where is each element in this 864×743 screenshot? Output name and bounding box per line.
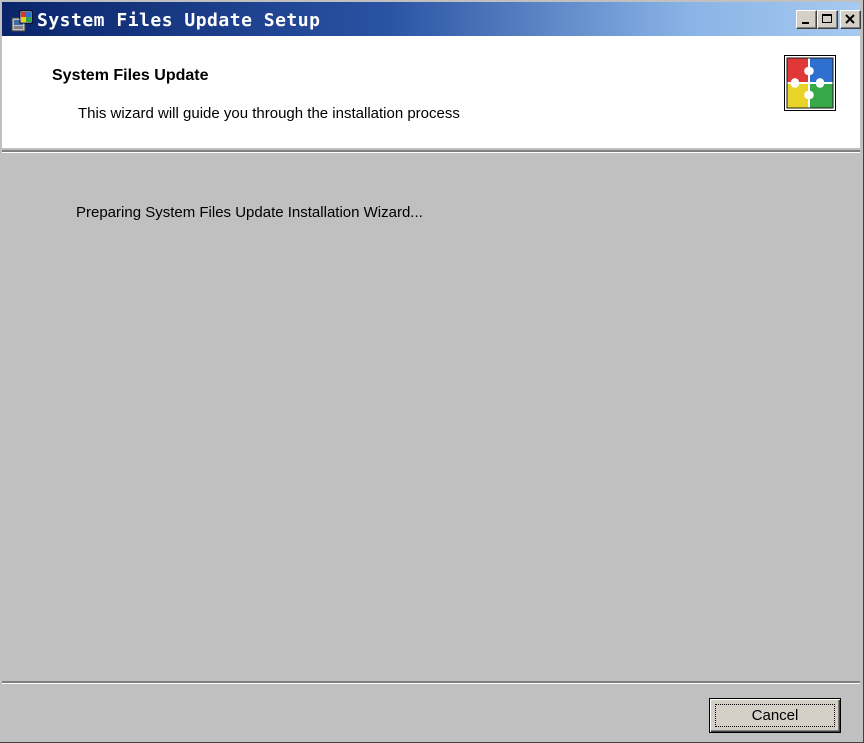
header-subtitle: This wizard will guide you through the i… (78, 105, 460, 122)
header-divider (2, 150, 860, 153)
footer-divider (2, 681, 860, 684)
cancel-button-label: Cancel (715, 704, 835, 727)
wizard-header: System Files Update This wizard will gui… (2, 36, 860, 148)
minimize-button[interactable] (796, 10, 817, 29)
cancel-button[interactable]: Cancel (709, 698, 841, 733)
setup-icon (11, 10, 33, 32)
status-text: Preparing System Files Update Installati… (76, 204, 423, 221)
setup-window: System Files Update Setup System Files U… (0, 0, 864, 743)
maximize-icon (822, 14, 832, 23)
close-button[interactable] (840, 10, 861, 29)
maximize-button[interactable] (817, 10, 838, 29)
minimize-icon (802, 22, 809, 24)
puzzle-icon (784, 55, 836, 111)
close-icon (845, 14, 855, 24)
title-bar[interactable]: System Files Update Setup (2, 2, 861, 36)
window-title: System Files Update Setup (37, 10, 321, 31)
header-title: System Files Update (52, 67, 209, 84)
